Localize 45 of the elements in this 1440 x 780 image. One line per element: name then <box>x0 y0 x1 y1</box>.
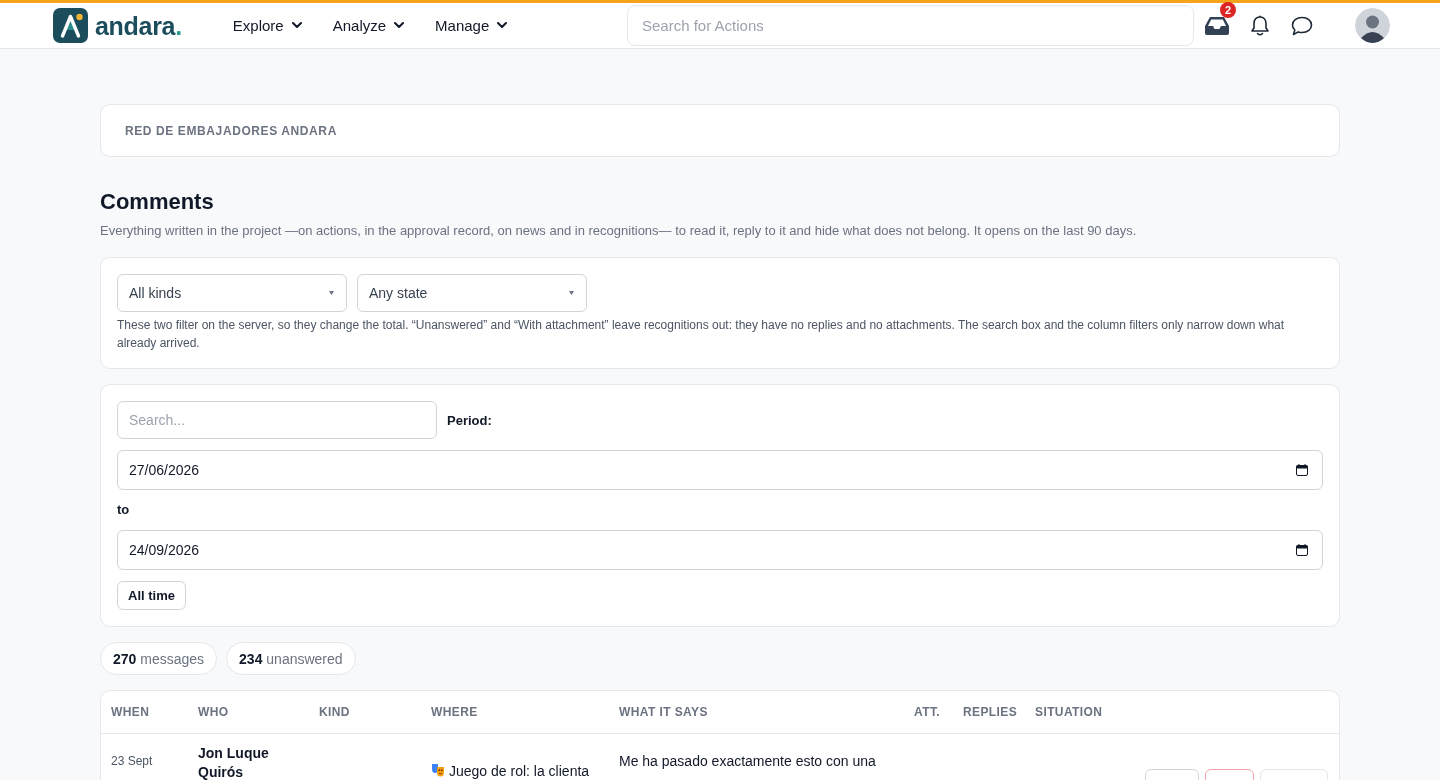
author-name: Jon Luque Quirós <box>198 745 269 780</box>
column-header: WHAT IT SAYS <box>618 705 709 719</box>
column-header: WHERE <box>430 705 479 719</box>
theater-masks-icon <box>431 763 445 777</box>
user-avatar[interactable] <box>1355 8 1390 43</box>
column-header: WHEN <box>110 705 151 719</box>
date-field[interactable]: 24/09/2026 <box>117 530 1323 570</box>
inbox-icon[interactable] <box>1205 16 1229 35</box>
count-chip: 270 messages <box>100 642 218 675</box>
count-chip: 234 unanswered <box>226 642 356 675</box>
chat-bubble-icon[interactable] <box>1291 15 1313 36</box>
caret-down-icon <box>329 291 334 295</box>
calendar-icon[interactable] <box>1296 544 1308 556</box>
caret-down-icon <box>569 291 574 295</box>
all-time-button[interactable]: All time <box>117 581 186 610</box>
comment-text: Me ha pasado exactamente esto con una <box>619 753 876 769</box>
column-header: SITUATION <box>1034 705 1104 719</box>
date-text: 23 Sept <box>111 754 153 768</box>
bell-icon[interactable] <box>1250 14 1270 37</box>
filter-select[interactable]: All kinds <box>117 274 347 312</box>
filter-select[interactable]: Any state <box>357 274 587 312</box>
column-header: ATT. <box>913 705 942 719</box>
notification-badge: 2 <box>1220 1 1236 18</box>
nav-menu[interactable]: Explore <box>232 17 302 34</box>
page-title: Comments <box>100 188 215 216</box>
date-field[interactable]: 27/06/2026 <box>117 450 1323 490</box>
column-header: REPLIES <box>962 705 1019 719</box>
to-label: to <box>117 501 131 519</box>
search-field[interactable]: Search... <box>117 401 437 439</box>
chevron-down-icon <box>291 22 302 29</box>
breadcrumb-text: RED DE EMBAJADORES ANDARA <box>125 123 337 138</box>
search-field[interactable]: Search for Actions <box>627 5 1194 46</box>
chevron-down-icon <box>394 22 405 29</box>
logo-wordmark[interactable]: andara. <box>95 10 182 41</box>
location-text[interactable]: Juego de rol: la clienta <box>449 763 590 779</box>
column-header: KIND <box>318 705 351 719</box>
page-description: Everything written in the project —on actions, in the approval record, on news and in recognitions— to read it, reply to it and hide what does not belong. It opens on the last 90 days. <box>100 222 1138 240</box>
logo-icon[interactable] <box>53 8 88 43</box>
column-header: WHO <box>197 705 230 719</box>
nav-menu[interactable]: Analyze <box>332 17 405 34</box>
chevron-down-icon <box>497 22 508 29</box>
period-label: Period: <box>447 412 492 428</box>
nav-menu[interactable]: Manage <box>435 17 508 34</box>
calendar-icon[interactable] <box>1296 464 1308 476</box>
filter-note: These two filter on the server, so they change the total. “Unanswered” and “With attachment” leave recognitions out: they have no replies and no attachments. The search box and the column filters only narrow down what already arrived. <box>117 317 1286 352</box>
